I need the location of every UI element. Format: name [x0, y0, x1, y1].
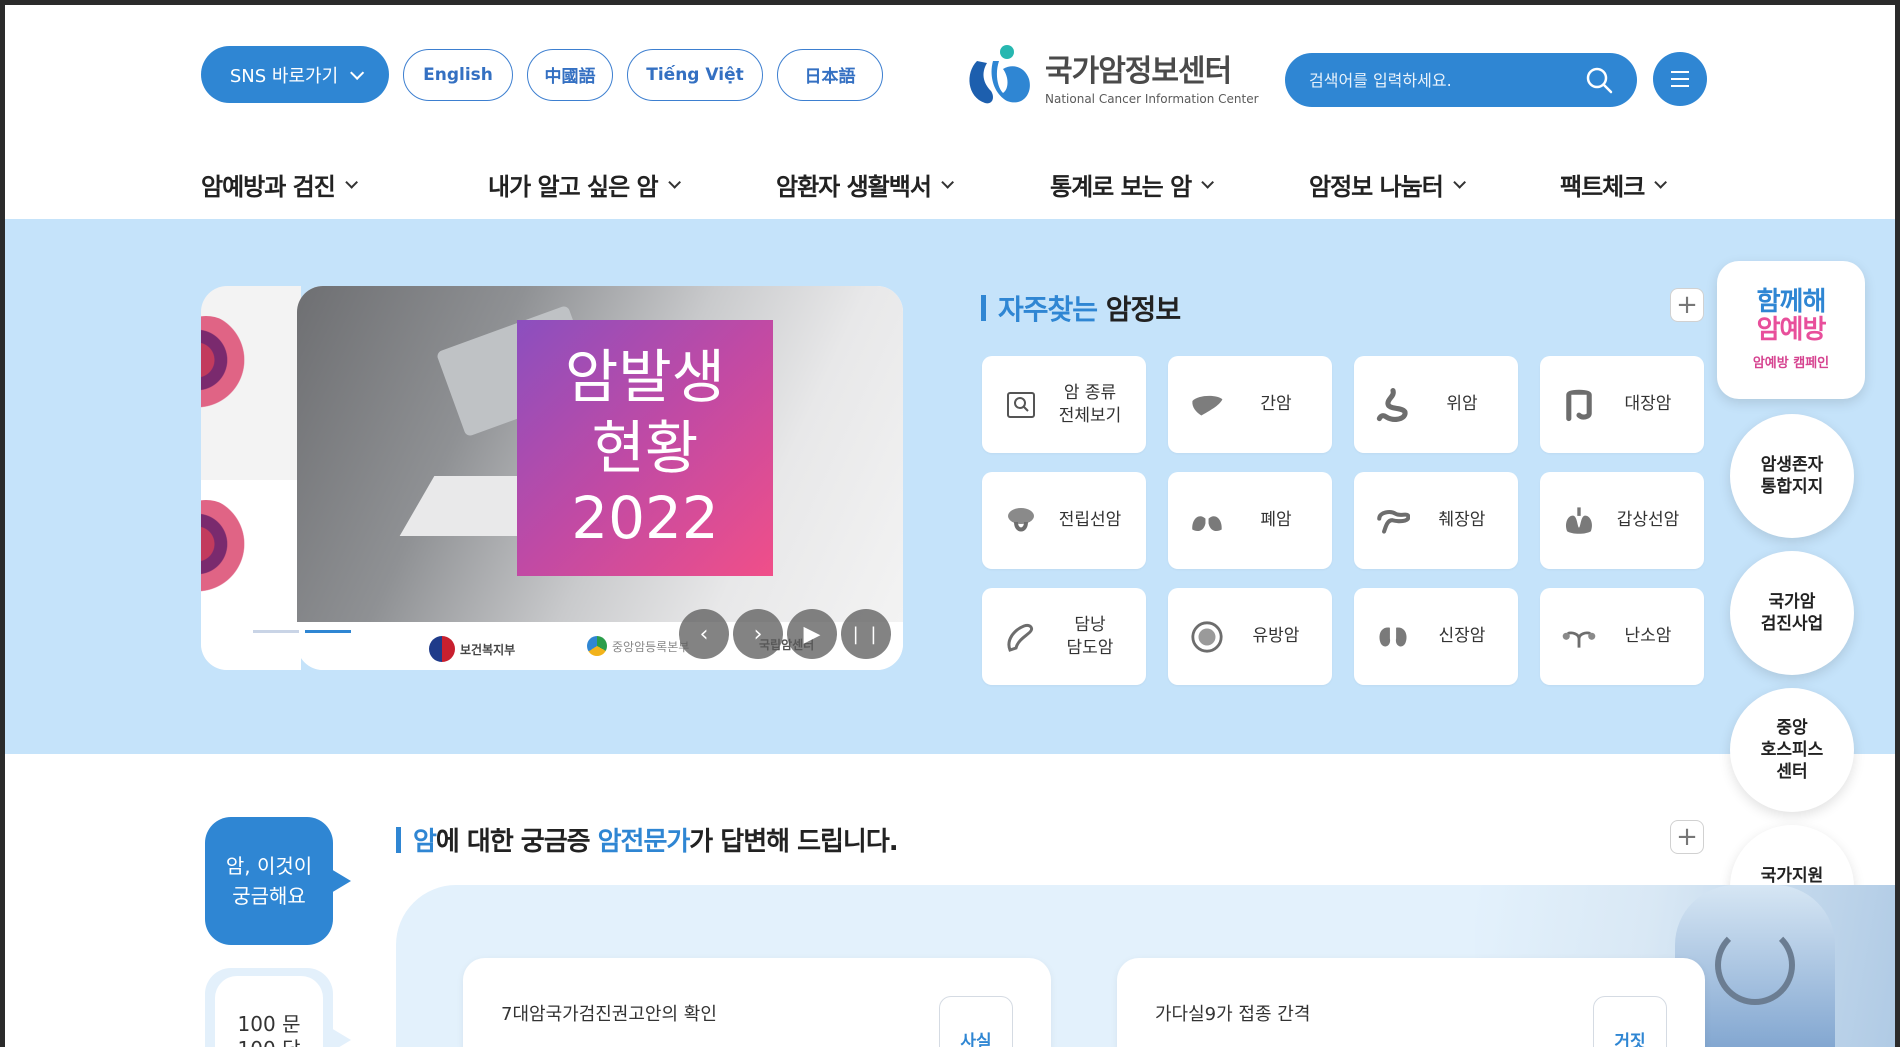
- nav-patient-life[interactable]: 암환자 생활백서: [776, 167, 954, 202]
- chevron-down-icon: [350, 65, 365, 80]
- page: SNS 바로가기 English 中國語 Tiếng Việt 日本語 국가암정…: [5, 5, 1895, 1047]
- logo-text-korean: 국가암정보센터: [1045, 54, 1232, 89]
- sns-label: SNS 바로가기: [229, 65, 339, 87]
- slide-title-card: 암발생 현황 2022: [517, 320, 773, 576]
- ncic-logo-icon: [969, 45, 1030, 104]
- cancer-card-stomach[interactable]: 위암: [1354, 356, 1518, 453]
- sns-dropdown-button[interactable]: SNS 바로가기: [201, 46, 389, 103]
- mohw-logo: 보건복지부: [429, 636, 515, 662]
- stomach-icon: [1376, 387, 1410, 422]
- lang-japanese-button[interactable]: 日本語: [777, 48, 883, 101]
- verdict-badge: 거짓: [1593, 996, 1667, 1047]
- chevron-down-icon: [345, 176, 358, 189]
- cancer-card-ovary[interactable]: 난소암: [1540, 588, 1704, 685]
- qa-card[interactable]: 7대암국가검진권고안의 확인 사실: [463, 958, 1051, 1047]
- plus-icon: +: [1676, 822, 1698, 852]
- cancer-card-all[interactable]: 암 종류 전체보기: [982, 356, 1146, 453]
- hamburger-icon: [1671, 71, 1689, 73]
- word-cloud-image: [201, 316, 251, 426]
- quick-national-screening[interactable]: 국가암 검진사업: [1730, 551, 1854, 675]
- qa-card[interactable]: 가다실9가 접종 간격 거짓: [1117, 958, 1705, 1047]
- frequent-section-title: 자주찾는 암정보: [981, 288, 1181, 328]
- nav-factcheck[interactable]: 팩트체크: [1560, 167, 1668, 202]
- nav-cancer-info[interactable]: 내가 알고 싶은 암: [488, 167, 681, 202]
- cancer-card-pancreas[interactable]: 췌장암: [1354, 472, 1518, 569]
- breast-icon: [1190, 620, 1224, 654]
- nav-info-share[interactable]: 암정보 나눔터: [1309, 167, 1466, 202]
- kidney-icon: [1376, 620, 1410, 654]
- nav-statistics[interactable]: 통계로 보는 암: [1050, 167, 1215, 202]
- gallbladder-icon: [1004, 620, 1038, 654]
- chevron-right-icon: ›: [753, 621, 763, 647]
- top-utility-bar: SNS 바로가기 English 中國語 Tiếng Việt 日本語: [201, 46, 883, 103]
- chevron-down-icon: [1654, 176, 1668, 189]
- chevron-down-icon: [667, 176, 681, 189]
- cancer-card-gallbladder[interactable]: 담낭 담도암: [982, 588, 1146, 685]
- hamburger-menu-button[interactable]: [1653, 52, 1707, 106]
- logo-text-english: National Cancer Information Center: [1045, 92, 1259, 106]
- qa-more-button[interactable]: +: [1670, 820, 1704, 854]
- pause-icon: | |: [852, 623, 880, 645]
- quick-survivor-support[interactable]: 암생존자 통합지지: [1730, 414, 1854, 538]
- cancer-card-breast[interactable]: 유방암: [1168, 588, 1332, 685]
- search-bar: [1285, 53, 1637, 107]
- chevron-left-icon: ‹: [699, 621, 709, 647]
- slide-dot-active[interactable]: [305, 630, 351, 633]
- lang-chinese-button[interactable]: 中國語: [527, 48, 613, 101]
- search-input[interactable]: [1309, 70, 1585, 90]
- word-cloud-image: [201, 500, 251, 610]
- magnifier-screen-icon: [1004, 388, 1038, 422]
- prostate-icon: [1004, 504, 1038, 538]
- verdict-badge: 사실: [939, 996, 1013, 1047]
- slide-dot[interactable]: [253, 630, 299, 633]
- qa-section-title: 암에 대한 궁금증 암전문가가 답변해 드립니다.: [396, 821, 899, 858]
- cancer-card-prostate[interactable]: 전립선암: [982, 472, 1146, 569]
- kccr-logo: 중앙암등록본부: [587, 636, 689, 656]
- cancer-card-liver[interactable]: 간암: [1168, 356, 1332, 453]
- frequent-more-button[interactable]: +: [1670, 288, 1704, 322]
- slider-controls: ‹ › ▶ | |: [679, 609, 891, 659]
- slide-pagination: [253, 630, 351, 633]
- liver-icon: [1190, 388, 1224, 422]
- lang-vietnamese-button[interactable]: Tiếng Việt: [627, 48, 763, 101]
- cancer-card-thyroid[interactable]: 갑상선암: [1540, 472, 1704, 569]
- site-logo[interactable]: 국가암정보센터 National Cancer Information Cent…: [963, 43, 1259, 109]
- ovary-icon: [1562, 620, 1596, 654]
- play-slide-button[interactable]: ▶: [787, 609, 837, 659]
- next-slide-button[interactable]: ›: [733, 609, 783, 659]
- quick-menu: 함께해 암예방 암예방 캠페인 암생존자 통합지지 국가암 검진사업 중앙 호스…: [1717, 261, 1865, 949]
- frequent-cancer-grid: 암 종류 전체보기 간암 위암 대장암 전립선암 폐암 췌장암 갑상선암 담낭 …: [982, 356, 1704, 685]
- nav-prevention[interactable]: 암예방과 검진: [201, 167, 358, 202]
- colon-icon: [1562, 388, 1596, 422]
- main-navigation: 암예방과 검진 내가 알고 싶은 암 암환자 생활백서 통계로 보는 암 암정보…: [201, 167, 1681, 207]
- cancer-card-colon[interactable]: 대장암: [1540, 356, 1704, 453]
- previous-slide-peek[interactable]: [201, 286, 301, 670]
- quick-hospice-center[interactable]: 중앙 호스피스 센터: [1730, 688, 1854, 812]
- cancer-card-lung[interactable]: 폐암: [1168, 472, 1332, 569]
- thyroid-icon: [1562, 504, 1596, 538]
- search-icon[interactable]: [1585, 66, 1613, 94]
- qa-tab-curious[interactable]: 암, 이것이 궁금해요: [205, 817, 351, 945]
- cancer-card-kidney[interactable]: 신장암: [1354, 588, 1518, 685]
- lungs-icon: [1190, 504, 1224, 538]
- campaign-banner[interactable]: 함께해 암예방 암예방 캠페인: [1717, 261, 1865, 399]
- lang-english-button[interactable]: English: [403, 48, 513, 101]
- chevron-down-icon: [1201, 176, 1215, 189]
- plus-icon: +: [1676, 290, 1698, 320]
- prev-slide-button[interactable]: ‹: [679, 609, 729, 659]
- play-icon: ▶: [803, 621, 821, 647]
- chevron-down-icon: [941, 176, 954, 189]
- chevron-down-icon: [1453, 176, 1466, 189]
- pause-slide-button[interactable]: | |: [841, 609, 891, 659]
- qa-tab-100[interactable]: 100 문 100 답: [205, 968, 351, 1047]
- pancreas-icon: [1376, 504, 1410, 538]
